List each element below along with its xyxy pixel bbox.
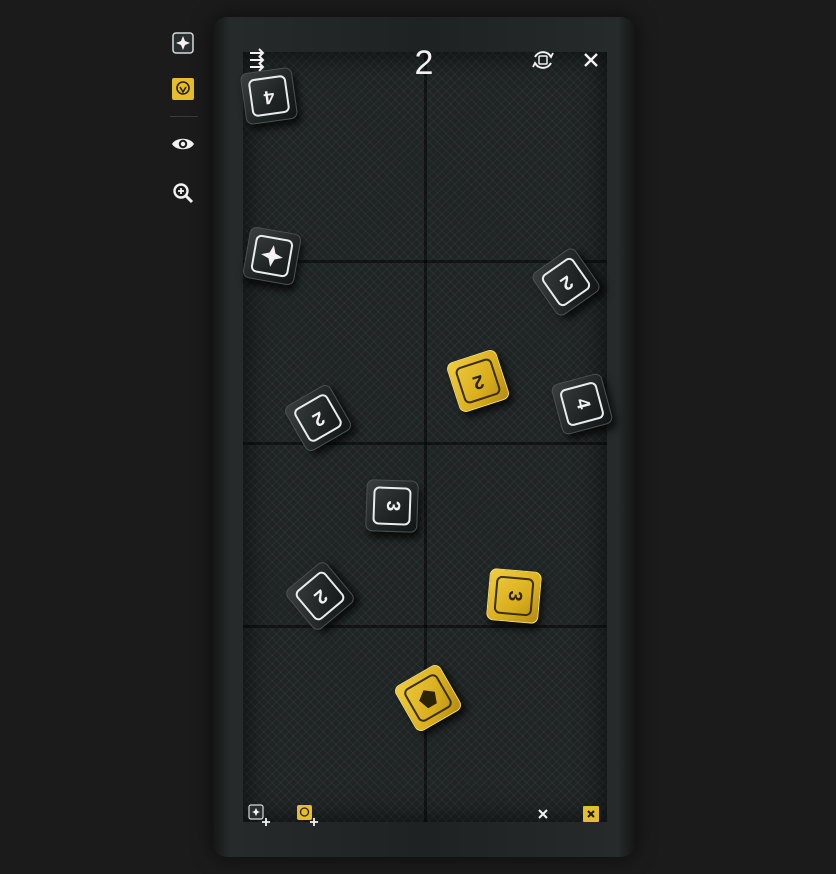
eye-icon[interactable]	[170, 131, 196, 157]
clear-gold-icon[interactable]	[580, 803, 602, 825]
die-face: 4	[247, 74, 291, 118]
die-face: 2	[454, 357, 502, 405]
pentagon-icon	[419, 690, 437, 709]
dark-die-3-center[interactable]: 3	[365, 479, 419, 533]
gold-die-3[interactable]: 3	[485, 567, 543, 625]
dark-die-icon[interactable]	[170, 30, 196, 56]
die-face-symbol	[402, 672, 454, 724]
dice-tray	[213, 17, 635, 857]
die-face: 4	[558, 380, 606, 428]
add-gold-die-icon[interactable]	[296, 804, 318, 826]
star-diamond-icon	[261, 245, 283, 267]
clear-dark-icon[interactable]	[532, 803, 554, 825]
die-face: 2	[292, 392, 344, 444]
die-face-symbol	[249, 233, 295, 279]
rail-divider	[170, 116, 198, 117]
die-face: 2	[539, 255, 593, 309]
add-dark-die-icon[interactable]	[248, 804, 270, 826]
dark-die-symbol[interactable]	[241, 225, 303, 287]
dark-die-4-top[interactable]: 4	[239, 66, 299, 126]
dice-roller-app: 2 4 2 2 4 3 2 2 3	[0, 0, 836, 874]
reroll-icon[interactable]	[530, 47, 556, 73]
close-icon[interactable]	[578, 47, 604, 73]
die-face: 3	[493, 575, 535, 617]
zoom-in-icon[interactable]	[170, 180, 196, 206]
die-face: 3	[372, 486, 412, 526]
gold-die-icon[interactable]	[170, 76, 196, 102]
roll-total: 2	[414, 44, 434, 82]
